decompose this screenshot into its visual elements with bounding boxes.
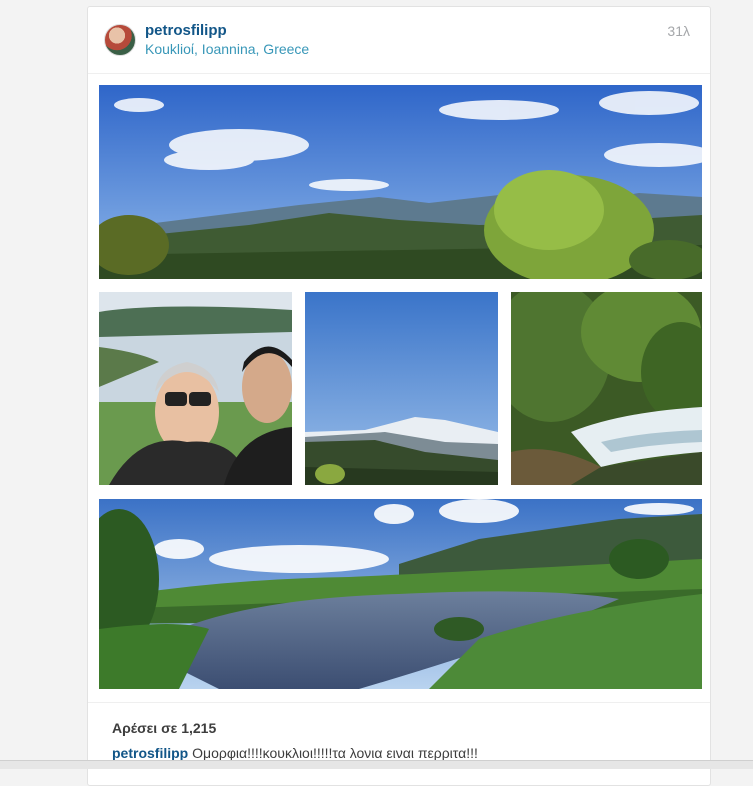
photo-river-rapids[interactable] bbox=[511, 292, 702, 485]
post-header: petrosfilipp Koukliοί, Ioannina, Greece … bbox=[88, 7, 710, 74]
photo-mountain-panorama[interactable] bbox=[99, 85, 702, 279]
caption-username-link[interactable]: petrosfilipp bbox=[112, 745, 188, 761]
caption-text: Ομορφια!!!!κουκλιοι!!!!!τα λονια ειναι π… bbox=[192, 745, 478, 761]
likes-count[interactable]: Αρέσει σε 1,215 bbox=[112, 720, 216, 736]
post-caption: petrosfilipp Ομορφια!!!!κουκλιοι!!!!!τα … bbox=[112, 745, 478, 761]
post-timestamp[interactable]: 31λ bbox=[667, 23, 690, 39]
photo-lake-panorama[interactable] bbox=[99, 499, 702, 689]
post-stats: Αρέσει σε 1,215 petrosfilipp Ομορφια!!!!… bbox=[88, 702, 710, 761]
photo-snowy-peak-sky[interactable] bbox=[305, 292, 498, 485]
username-link[interactable]: petrosfilipp bbox=[145, 22, 227, 39]
user-avatar[interactable] bbox=[104, 24, 136, 56]
post-card: petrosfilipp Koukliοί, Ioannina, Greece … bbox=[87, 6, 711, 786]
photo-selfie-by-lake[interactable] bbox=[99, 292, 292, 485]
location-link[interactable]: Koukliοί, Ioannina, Greece bbox=[145, 41, 309, 57]
